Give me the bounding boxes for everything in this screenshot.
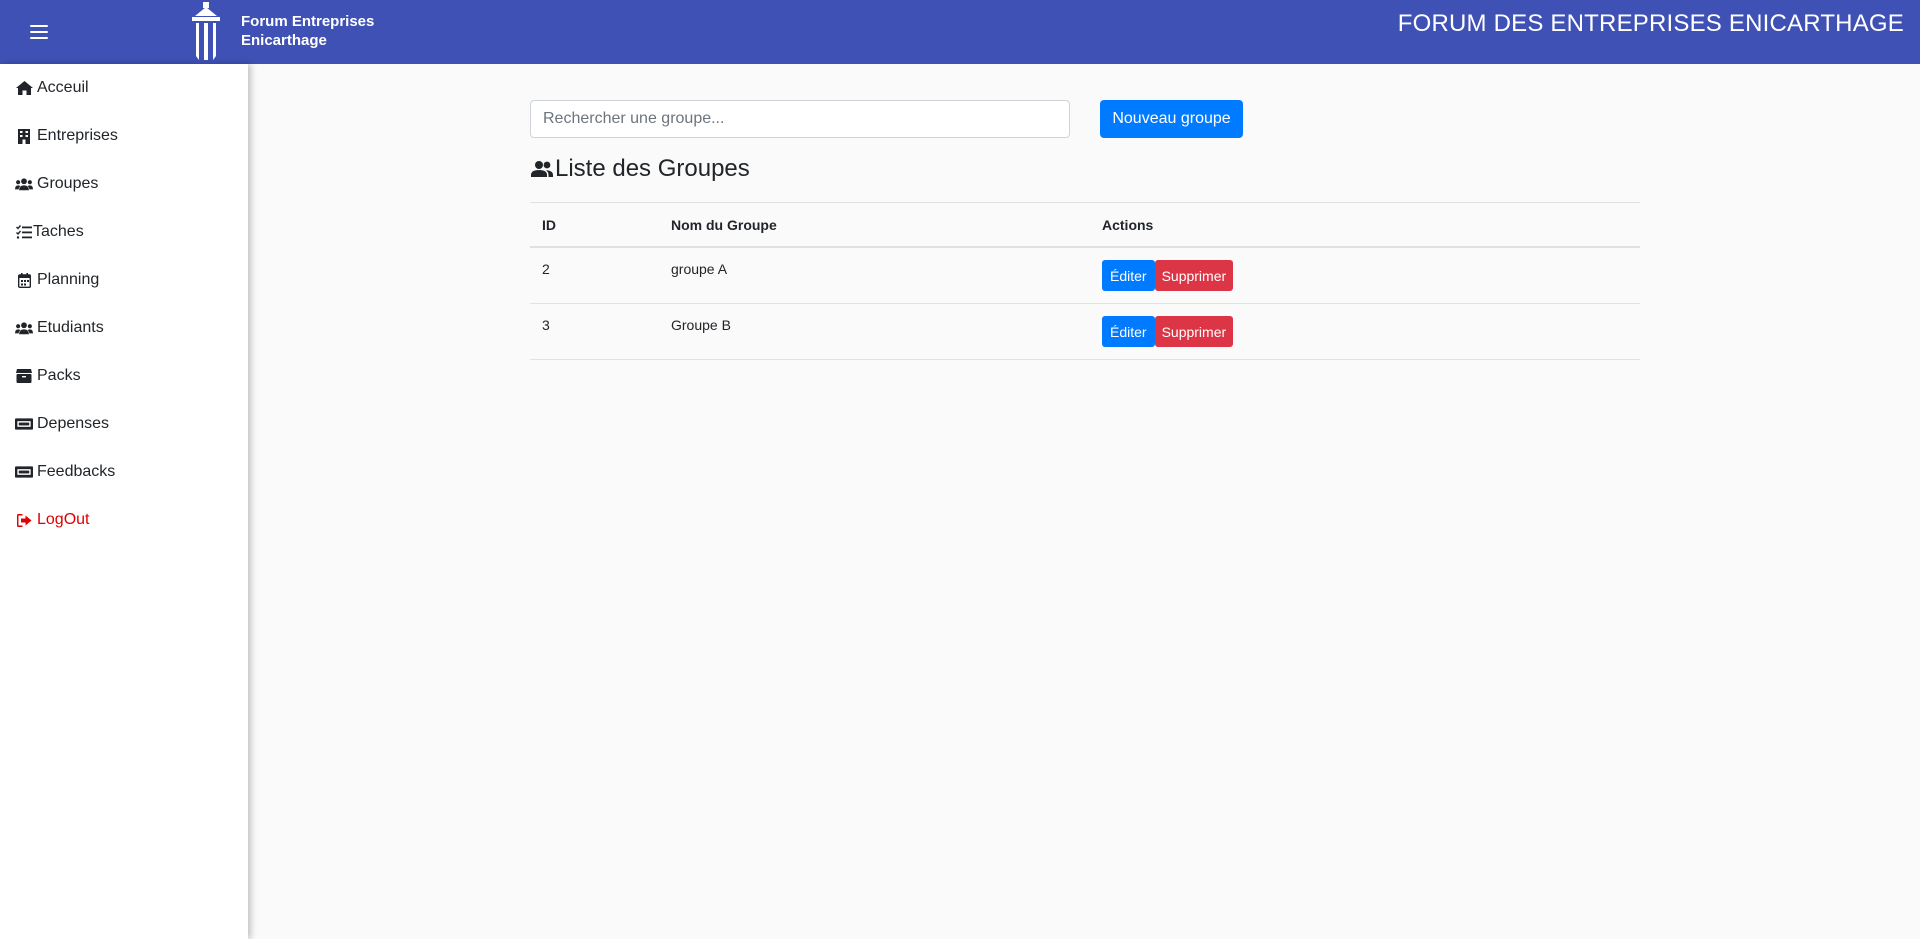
sidebar-item-label: Groupes: [37, 175, 99, 192]
header-name: Nom du Groupe: [671, 217, 777, 233]
logo-text: Forum Entreprises Enicarthage: [241, 12, 374, 50]
delete-button[interactable]: Supprimer: [1154, 316, 1234, 347]
groups-icon: [531, 161, 553, 177]
users-icon: [15, 176, 33, 192]
box-icon: [15, 368, 33, 384]
page-title-text: Liste des Groupes: [555, 155, 750, 182]
sidebar-item-label: Packs: [37, 367, 81, 384]
row-actions: Éditer Supprimer: [1102, 316, 1234, 347]
sidebar-item-groupes[interactable]: Groupes: [0, 164, 248, 204]
calendar-icon: [15, 272, 33, 288]
page-title: Liste des Groupes: [530, 154, 750, 184]
cell-name: Groupe B: [671, 317, 731, 333]
sidebar-item-logout[interactable]: LogOut: [0, 500, 248, 540]
sidebar-item-label: Entreprises: [37, 127, 118, 144]
sidebar-item-entreprises[interactable]: Entreprises: [0, 116, 248, 156]
sidebar-item-packs[interactable]: Packs: [0, 356, 248, 396]
sidebar-item-taches[interactable]: Taches: [0, 212, 248, 252]
sidebar-item-planning[interactable]: Planning: [0, 260, 248, 300]
sidebar: Acceuil Entreprises Groupes Taches Plann…: [0, 64, 248, 939]
sidebar-item-label: Etudiants: [37, 319, 104, 336]
home-icon: [15, 80, 33, 96]
logo-icon: [192, 2, 220, 60]
cell-name: groupe A: [671, 261, 728, 277]
groups-table: ID Nom du Groupe Actions 2 groupe A Édit…: [530, 202, 1640, 360]
table-header: ID Nom du Groupe Actions: [530, 202, 1640, 248]
delete-button[interactable]: Supprimer: [1154, 260, 1234, 291]
new-group-button[interactable]: Nouveau groupe: [1100, 100, 1243, 138]
money-bill-icon: [15, 464, 33, 480]
menu-icon[interactable]: [28, 23, 52, 41]
sidebar-item-label: Taches: [33, 223, 84, 240]
money-bill-icon: [15, 416, 33, 432]
sidebar-item-etudiants[interactable]: Etudiants: [0, 308, 248, 348]
sidebar-item-label: Acceuil: [37, 79, 89, 96]
top-app-bar: Forum Entreprises Enicarthage FORUM DES …: [0, 0, 1920, 64]
sidebar-item-feedbacks[interactable]: Feedbacks: [0, 452, 248, 492]
logo-line-2: Enicarthage: [241, 32, 327, 49]
sidebar-item-label: Feedbacks: [37, 463, 116, 480]
search-input[interactable]: [530, 100, 1070, 138]
sidebar-item-label: LogOut: [37, 511, 90, 528]
users-icon: [15, 320, 33, 336]
sidebar-item-label: Depenses: [37, 415, 110, 432]
table-row: 2 groupe A Éditer Supprimer: [530, 248, 1640, 304]
sidebar-item-acceuil[interactable]: Acceuil: [0, 68, 248, 108]
row-actions: Éditer Supprimer: [1102, 260, 1234, 291]
header-id: ID: [542, 217, 556, 233]
edit-button[interactable]: Éditer: [1102, 316, 1155, 347]
cell-id: 3: [542, 317, 550, 333]
sign-out-icon: [15, 512, 33, 528]
building-icon: [15, 128, 33, 144]
tasks-icon: [15, 224, 33, 240]
sidebar-item-depenses[interactable]: Depenses: [0, 404, 248, 444]
sidebar-item-label: Planning: [37, 271, 100, 288]
cell-id: 2: [542, 261, 550, 277]
logo-line-1: Forum Entreprises: [241, 13, 375, 30]
table-row: 3 Groupe B Éditer Supprimer: [530, 304, 1640, 360]
app-title: FORUM DES ENTREPRISES ENICARTHAGE: [1397, 10, 1904, 37]
header-actions: Actions: [1102, 217, 1154, 233]
edit-button[interactable]: Éditer: [1102, 260, 1155, 291]
